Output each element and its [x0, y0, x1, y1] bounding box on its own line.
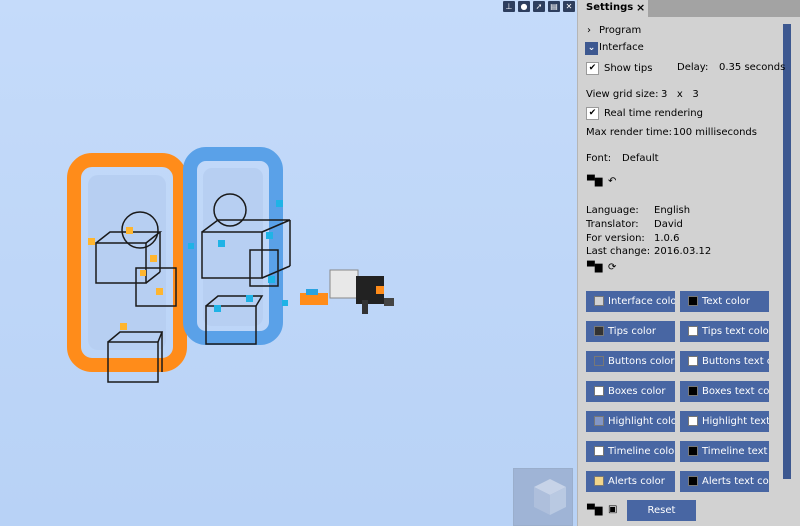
- color-button-label: Alerts text color: [702, 476, 769, 487]
- color-swatch: [688, 476, 698, 486]
- color-button[interactable]: Highlight color: [586, 411, 675, 432]
- color-button[interactable]: Timeline color: [586, 441, 675, 462]
- color-button-label: Timeline color: [608, 446, 675, 457]
- font-value[interactable]: Default: [622, 153, 659, 164]
- color-button[interactable]: Timeline text color: [680, 441, 769, 462]
- color-button[interactable]: Boxes text color: [680, 381, 769, 402]
- orange-portal: [67, 153, 187, 372]
- color-swatch: [594, 296, 604, 306]
- color-button[interactable]: Buttons color: [586, 351, 675, 372]
- color-button-label: Buttons color: [608, 356, 675, 367]
- color-button[interactable]: Buttons text color: [680, 351, 769, 372]
- theme-folder-icon[interactable]: ▀▆: [587, 505, 602, 517]
- chevron-right-icon[interactable]: ›: [587, 25, 591, 37]
- color-swatch: [688, 386, 698, 396]
- color-button-label: Tips text color: [702, 326, 769, 337]
- interface-section-label[interactable]: Interface: [599, 42, 644, 53]
- color-button-label: Timeline text color: [702, 446, 769, 457]
- translator-label: Translator:: [586, 219, 639, 230]
- language-label: Language:: [586, 205, 639, 216]
- color-button[interactable]: Tips color: [586, 321, 675, 342]
- color-swatch: [688, 326, 698, 336]
- color-button[interactable]: Tips text color: [680, 321, 769, 342]
- version-value: 1.0.6: [654, 233, 680, 244]
- max-render-label: Max render time:: [586, 127, 672, 138]
- interface-collapse-toggle[interactable]: ⌄: [585, 42, 598, 55]
- last-change-value: 2016.03.12: [654, 246, 712, 257]
- color-swatch: [594, 356, 604, 366]
- color-button-label: Highlight text color: [702, 416, 769, 427]
- character-model: [300, 269, 394, 314]
- view-cube-gizmo[interactable]: [513, 468, 573, 526]
- color-button-label: Tips color: [608, 326, 656, 337]
- close-icon[interactable]: ✕: [563, 1, 575, 12]
- program-section-label[interactable]: Program: [599, 25, 641, 36]
- color-button[interactable]: Alerts text color: [680, 471, 769, 492]
- color-swatch: [594, 446, 604, 456]
- color-swatch: [594, 386, 604, 396]
- version-label: For version:: [586, 233, 645, 244]
- realtime-rendering-checkbox[interactable]: ✔: [586, 107, 599, 120]
- folder-icon[interactable]: ▀▆: [587, 176, 602, 188]
- cursor-icon[interactable]: ➚: [533, 1, 545, 12]
- font-label: Font:: [586, 153, 612, 164]
- cube-icon: [534, 479, 566, 515]
- color-swatch: [688, 416, 698, 426]
- view-grid-label: View grid size:: [586, 89, 659, 100]
- tab-close-icon[interactable]: ×: [636, 0, 645, 16]
- color-button-label: Interface color: [608, 296, 675, 307]
- color-button-label: Highlight color: [608, 416, 675, 427]
- reset-button[interactable]: Reset: [627, 500, 696, 521]
- color-swatch: [594, 326, 604, 336]
- color-swatch: [688, 446, 698, 456]
- blue-portal: [183, 147, 283, 345]
- color-button[interactable]: Boxes color: [586, 381, 675, 402]
- tab-settings[interactable]: Settings ×: [578, 0, 648, 17]
- color-button[interactable]: Highlight text color: [680, 411, 769, 432]
- save-icon[interactable]: ▣: [608, 504, 617, 516]
- scene-render: [67, 147, 394, 383]
- color-button[interactable]: Alerts color: [586, 471, 675, 492]
- axis-icon[interactable]: ⊥: [503, 1, 515, 12]
- settings-panel: Settings × › Program ⌄ Interface ✔ Show …: [577, 0, 800, 526]
- color-swatch: [594, 416, 604, 426]
- tab-bar: Settings ×: [578, 0, 800, 17]
- color-button-label: Buttons text color: [702, 356, 769, 367]
- panel-scrollbar[interactable]: [783, 24, 791, 479]
- color-swatch: [594, 476, 604, 486]
- tab-settings-label: Settings: [586, 2, 634, 13]
- max-render-value[interactable]: 100 milliseconds: [673, 127, 757, 138]
- last-change-label: Last change:: [586, 246, 651, 257]
- color-button-label: Text color: [702, 296, 751, 307]
- color-button-label: Boxes color: [608, 386, 666, 397]
- delay-value[interactable]: 0.35 seconds: [719, 62, 785, 73]
- delay-label: Delay:: [677, 62, 709, 73]
- keyboard-icon[interactable]: ▤: [548, 1, 560, 12]
- undo-icon[interactable]: ↶: [608, 176, 616, 188]
- color-button[interactable]: Interface color: [586, 291, 675, 312]
- language-value: English: [654, 205, 691, 216]
- refresh-icon[interactable]: ⟳: [608, 262, 616, 274]
- viewport-3d[interactable]: ⊥ ● ➚ ▤ ✕: [0, 0, 577, 526]
- show-tips-label: Show tips: [604, 63, 653, 74]
- color-swatch: [688, 296, 698, 306]
- view-grid-value[interactable]: 3 x 3: [661, 89, 699, 100]
- viewport-toolbar: ⊥ ● ➚ ▤ ✕: [501, 0, 577, 13]
- realtime-rendering-label: Real time rendering: [604, 108, 703, 119]
- translator-value: David: [654, 219, 683, 230]
- sphere-icon[interactable]: ●: [518, 1, 530, 12]
- color-button-label: Boxes text color: [702, 386, 769, 397]
- color-button[interactable]: Text color: [680, 291, 769, 312]
- color-swatch: [688, 356, 698, 366]
- language-folder-icon[interactable]: ▀▆: [587, 262, 602, 274]
- color-button-label: Alerts color: [608, 476, 665, 487]
- show-tips-checkbox[interactable]: ✔: [586, 62, 599, 75]
